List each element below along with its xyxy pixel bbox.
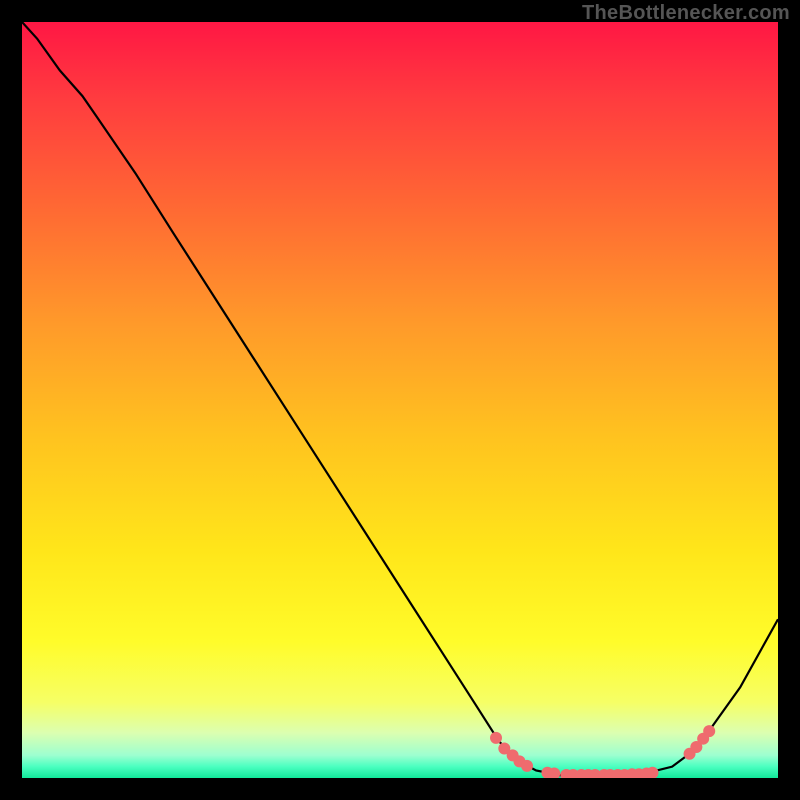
chart-frame: TheBottlenecker.com [0,0,800,800]
marker-dot [521,760,533,772]
chart-background [22,22,778,778]
marker-dot [490,732,502,744]
chart-plot [22,22,778,778]
watermark: TheBottlenecker.com [582,2,790,25]
marker-dot [703,725,715,737]
